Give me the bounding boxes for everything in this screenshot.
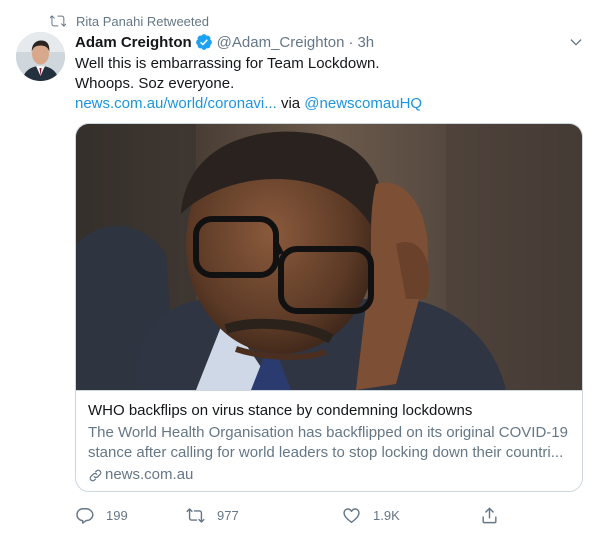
retweet-count: 977 bbox=[217, 507, 239, 523]
avatar-image bbox=[16, 32, 65, 81]
retweet-context-text: Rita Panahi Retweeted bbox=[76, 13, 209, 29]
tweet-link-line: news.com.au/world/coronavi... via @newsc… bbox=[75, 94, 422, 114]
author-handle[interactable]: @Adam_Creighton bbox=[217, 34, 345, 51]
retweet-icon bbox=[50, 15, 66, 27]
share-button[interactable] bbox=[480, 504, 511, 526]
link-preview-card[interactable]: WHO backflips on virus stance by condemn… bbox=[75, 123, 583, 492]
card-description: The World Health Organisation has backfl… bbox=[88, 423, 572, 463]
separator-dot: · bbox=[348, 33, 354, 51]
author-display-name[interactable]: Adam Creighton bbox=[75, 34, 192, 51]
like-count: 1.9K bbox=[373, 507, 400, 523]
tweet-actions: 199 977 1.9K bbox=[75, 504, 515, 526]
retweet-icon bbox=[186, 507, 205, 523]
heart-icon bbox=[343, 507, 360, 523]
via-label: via bbox=[280, 95, 301, 112]
reply-icon bbox=[76, 507, 94, 524]
retweet-context[interactable]: Rita Panahi Retweeted bbox=[50, 12, 209, 30]
article-link[interactable]: news.com.au/world/coronavi... bbox=[75, 95, 277, 112]
card-body: WHO backflips on virus stance by condemn… bbox=[76, 390, 582, 491]
card-domain: news.com.au bbox=[88, 465, 572, 485]
tweet-text-line: Well this is embarrassing for Team Lockd… bbox=[75, 55, 380, 72]
reply-button[interactable]: 199 bbox=[75, 504, 128, 526]
verified-badge-icon bbox=[195, 34, 212, 50]
share-icon bbox=[482, 507, 497, 523]
card-domain-text: news.com.au bbox=[105, 466, 194, 483]
card-description-line: stance after calling for world leaders t… bbox=[88, 444, 564, 461]
chevron-down-icon[interactable] bbox=[568, 34, 584, 50]
tweet-text: Well this is embarrassing for Team Lockd… bbox=[75, 54, 422, 114]
avatar[interactable] bbox=[16, 32, 65, 81]
card-title: WHO backflips on virus stance by condemn… bbox=[88, 402, 473, 419]
card-image bbox=[76, 124, 582, 390]
retweet-button[interactable]: 977 bbox=[186, 504, 239, 526]
tweet-timestamp[interactable]: 3h bbox=[357, 34, 374, 51]
tweet-text-line: Whoops. Soz everyone. bbox=[75, 75, 235, 92]
via-handle-link[interactable]: @newscomauHQ bbox=[304, 95, 422, 112]
like-button[interactable]: 1.9K bbox=[342, 504, 400, 526]
card-description-line: The World Health Organisation has backfl… bbox=[88, 424, 568, 441]
link-icon bbox=[89, 469, 102, 481]
tweet-header: Adam Creighton @Adam_Creighton · 3h bbox=[75, 32, 584, 52]
reply-count: 199 bbox=[106, 507, 128, 523]
